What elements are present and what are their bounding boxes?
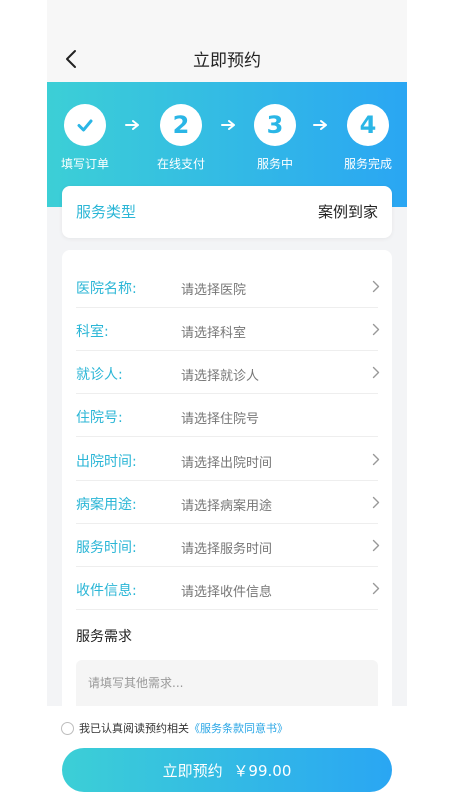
booking-page: 立即预约 填写订单 2 在线支付 3 服务中 4 服务完成 服务类型 案例到家 [47,0,407,800]
chevron-right-icon [372,453,380,466]
terms-link[interactable]: 《服务条款同意书》 [189,720,288,736]
row-value: 请选择住院号 [181,412,260,427]
row-value: 请选择出院时间 [181,456,273,471]
row-hospital[interactable]: 医院名称: 请选择医院 [62,265,392,308]
row-value: 请选择病案用途 [181,499,273,514]
agreement-row: 我已认真阅读预约相关 《服务条款同意书》 [61,720,288,736]
bottom-bar: 我已认真阅读预约相关 《服务条款同意书》 立即预约 ￥99.00 [47,706,407,800]
row-label: 病案用途: [76,497,137,513]
row-label: 收件信息: [76,583,137,599]
step-check-circle [64,104,106,146]
row-label: 科室: [76,324,109,340]
booking-form: 医院名称: 请选择医院 科室: 请选择科室 就诊人: 请选择就诊人 住院号: 请… [62,250,392,730]
step-number: 4 [347,104,389,146]
row-value: 请选择医院 [181,283,247,298]
row-value: 请选择收件信息 [181,585,273,600]
chevron-right-icon [372,323,380,336]
step-in-service: 3 服务中 [245,104,305,172]
step-label: 服务中 [256,157,293,171]
check-icon [77,119,93,132]
row-label: 出院时间: [76,454,137,470]
step-label: 服务完成 [343,157,392,171]
step-label: 在线支付 [156,157,205,171]
step-number: 3 [254,104,296,146]
chevron-right-icon [372,366,380,379]
page-title: 立即预约 [193,51,261,71]
row-label: 医院名称: [76,281,137,297]
chevron-right-icon [372,280,380,293]
row-admission-number[interactable]: 住院号: 请选择住院号 [62,394,392,437]
row-patient[interactable]: 就诊人: 请选择就诊人 [62,351,392,394]
chevron-right-icon [372,582,380,595]
row-record-purpose[interactable]: 病案用途: 请选择病案用途 [62,481,392,524]
row-value: 请选择就诊人 [181,369,260,384]
row-label: 服务时间: [76,540,137,556]
step-fill-order: 填写订单 [55,104,115,172]
service-type-value: 案例到家 [317,203,378,221]
step-label: 填写订单 [60,157,109,171]
arrow-right-icon [125,120,139,130]
chevron-right-icon [372,496,380,509]
submit-price: ￥99.00 [233,761,292,780]
step-payment: 2 在线支付 [151,104,211,172]
row-value: 请选择服务时间 [181,542,273,557]
service-need-title: 服务需求 [76,629,132,645]
step-number: 2 [160,104,202,146]
submit-booking-button[interactable]: 立即预约 ￥99.00 [62,748,392,792]
arrow-right-icon [313,120,327,130]
step-complete: 4 服务完成 [338,104,398,172]
row-recipient-info[interactable]: 收件信息: 请选择收件信息 [62,567,392,610]
agreement-text: 我已认真阅读预约相关 [79,722,189,735]
agreement-checkbox[interactable] [61,721,74,735]
row-value: 请选择科室 [181,326,247,341]
submit-label: 立即预约 [162,761,223,780]
service-type-label: 服务类型 [76,203,137,221]
row-service-time[interactable]: 服务时间: 请选择服务时间 [62,524,392,567]
chevron-right-icon [372,539,380,552]
arrow-right-icon [221,120,235,130]
row-label: 就诊人: [76,367,123,383]
row-label: 住院号: [76,410,123,426]
row-discharge-time[interactable]: 出院时间: 请选择出院时间 [62,438,392,481]
row-department[interactable]: 科室: 请选择科室 [62,308,392,351]
service-type-card[interactable]: 服务类型 案例到家 [62,186,392,238]
nav-bar: 立即预约 [47,0,407,82]
